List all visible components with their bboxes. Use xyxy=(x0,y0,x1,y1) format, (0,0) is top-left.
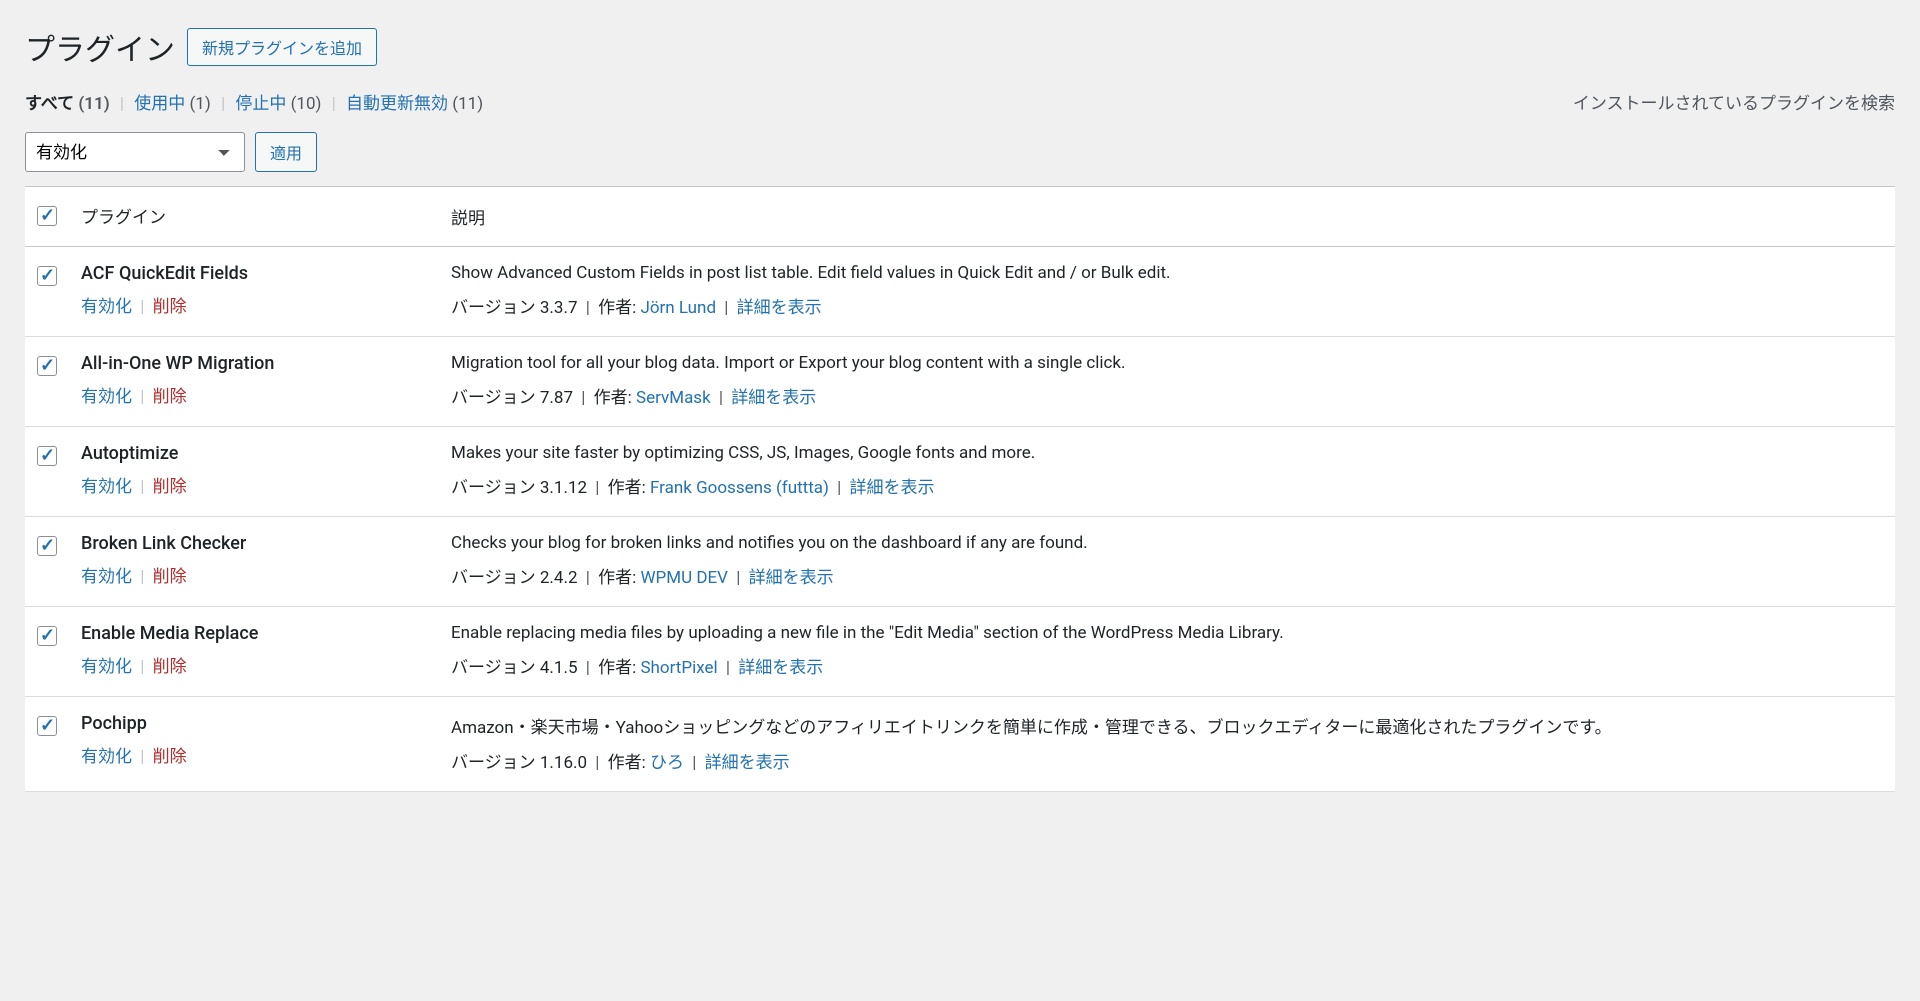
row-checkbox[interactable] xyxy=(37,266,57,286)
plugin-name: All-in-One WP Migration xyxy=(81,353,427,374)
search-plugins-label[interactable]: インストールされているプラグインを検索 xyxy=(1573,89,1895,114)
table-row: Broken Link Checker 有効化 | 削除 Checks your… xyxy=(25,517,1895,607)
table-row: ACF QuickEdit Fields 有効化 | 削除 Show Advan… xyxy=(25,247,1895,337)
select-all-checkbox[interactable] xyxy=(37,206,57,226)
column-header-description[interactable]: 説明 xyxy=(439,187,1895,247)
plugin-description: Enable replacing media files by uploadin… xyxy=(451,623,1883,643)
activate-link[interactable]: 有効化 xyxy=(81,387,132,407)
activate-link[interactable]: 有効化 xyxy=(81,567,132,587)
row-checkbox[interactable] xyxy=(37,626,57,646)
details-link[interactable]: 詳細を表示 xyxy=(737,298,822,318)
details-link[interactable]: 詳細を表示 xyxy=(731,388,816,408)
filter-links: すべて (11) | 使用中 (1) | 停止中 (10) | 自動更新無効 (… xyxy=(25,89,483,114)
table-row: Enable Media Replace 有効化 | 削除 Enable rep… xyxy=(25,607,1895,697)
table-row: Autoptimize 有効化 | 削除 Makes your site fas… xyxy=(25,427,1895,517)
delete-link[interactable]: 削除 xyxy=(153,747,187,767)
filter-autoupdate-disabled[interactable]: 自動更新無効 (11) xyxy=(346,94,483,114)
plugin-meta: バージョン 4.1.5 | 作者: ShortPixel | 詳細を表示 xyxy=(451,653,1883,678)
delete-link[interactable]: 削除 xyxy=(153,657,187,677)
plugin-description: Amazon・楽天市場・Yahooショッピングなどのアフィリエイトリンクを簡単に… xyxy=(451,713,1883,738)
plugin-meta: バージョン 7.87 | 作者: ServMask | 詳細を表示 xyxy=(451,383,1883,408)
plugin-name: ACF QuickEdit Fields xyxy=(81,263,427,284)
plugin-description: Checks your blog for broken links and no… xyxy=(451,533,1883,553)
page-title: プラグイン xyxy=(25,25,175,69)
author-link[interactable]: ShortPixel xyxy=(640,658,717,678)
author-link[interactable]: Jörn Lund xyxy=(640,298,716,318)
author-link[interactable]: ひろ xyxy=(650,753,684,773)
plugins-table: プラグイン 説明 ACF QuickEdit Fields 有効化 | 削除 S… xyxy=(25,186,1895,792)
row-checkbox[interactable] xyxy=(37,536,57,556)
delete-link[interactable]: 削除 xyxy=(153,387,187,407)
plugin-meta: バージョン 2.4.2 | 作者: WPMU DEV | 詳細を表示 xyxy=(451,563,1883,588)
delete-link[interactable]: 削除 xyxy=(153,567,187,587)
row-checkbox[interactable] xyxy=(37,716,57,736)
activate-link[interactable]: 有効化 xyxy=(81,297,132,317)
filter-active[interactable]: 使用中 (1) xyxy=(134,94,211,114)
plugin-name: Enable Media Replace xyxy=(81,623,427,644)
author-link[interactable]: Frank Goossens (futtta) xyxy=(650,478,829,498)
details-link[interactable]: 詳細を表示 xyxy=(738,658,823,678)
column-header-plugin[interactable]: プラグイン xyxy=(69,187,439,247)
bulk-apply-button[interactable]: 適用 xyxy=(255,132,317,172)
add-new-plugin-button[interactable]: 新規プラグインを追加 xyxy=(187,28,377,66)
plugin-description: Makes your site faster by optimizing CSS… xyxy=(451,443,1883,463)
row-checkbox[interactable] xyxy=(37,446,57,466)
plugin-meta: バージョン 3.3.7 | 作者: Jörn Lund | 詳細を表示 xyxy=(451,293,1883,318)
filter-inactive[interactable]: 停止中 (10) xyxy=(235,94,321,114)
table-row: Pochipp 有効化 | 削除 Amazon・楽天市場・Yahooショッピング… xyxy=(25,697,1895,792)
activate-link[interactable]: 有効化 xyxy=(81,747,132,767)
filter-all[interactable]: すべて (11) xyxy=(25,94,110,114)
plugin-name: Broken Link Checker xyxy=(81,533,427,554)
row-checkbox[interactable] xyxy=(37,356,57,376)
plugin-description: Migration tool for all your blog data. I… xyxy=(451,353,1883,373)
plugin-description: Show Advanced Custom Fields in post list… xyxy=(451,263,1883,283)
author-link[interactable]: WPMU DEV xyxy=(640,568,728,588)
details-link[interactable]: 詳細を表示 xyxy=(705,753,790,773)
details-link[interactable]: 詳細を表示 xyxy=(749,568,834,588)
bulk-action-select[interactable]: 有効化 xyxy=(25,132,245,172)
author-link[interactable]: ServMask xyxy=(636,388,711,408)
plugin-meta: バージョン 3.1.12 | 作者: Frank Goossens (futtt… xyxy=(451,473,1883,498)
table-row: All-in-One WP Migration 有効化 | 削除 Migrati… xyxy=(25,337,1895,427)
delete-link[interactable]: 削除 xyxy=(153,477,187,497)
plugin-name: Pochipp xyxy=(81,713,427,734)
details-link[interactable]: 詳細を表示 xyxy=(850,478,935,498)
delete-link[interactable]: 削除 xyxy=(153,297,187,317)
plugin-meta: バージョン 1.16.0 | 作者: ひろ | 詳細を表示 xyxy=(451,748,1883,773)
activate-link[interactable]: 有効化 xyxy=(81,477,132,497)
plugin-name: Autoptimize xyxy=(81,443,427,464)
activate-link[interactable]: 有効化 xyxy=(81,657,132,677)
